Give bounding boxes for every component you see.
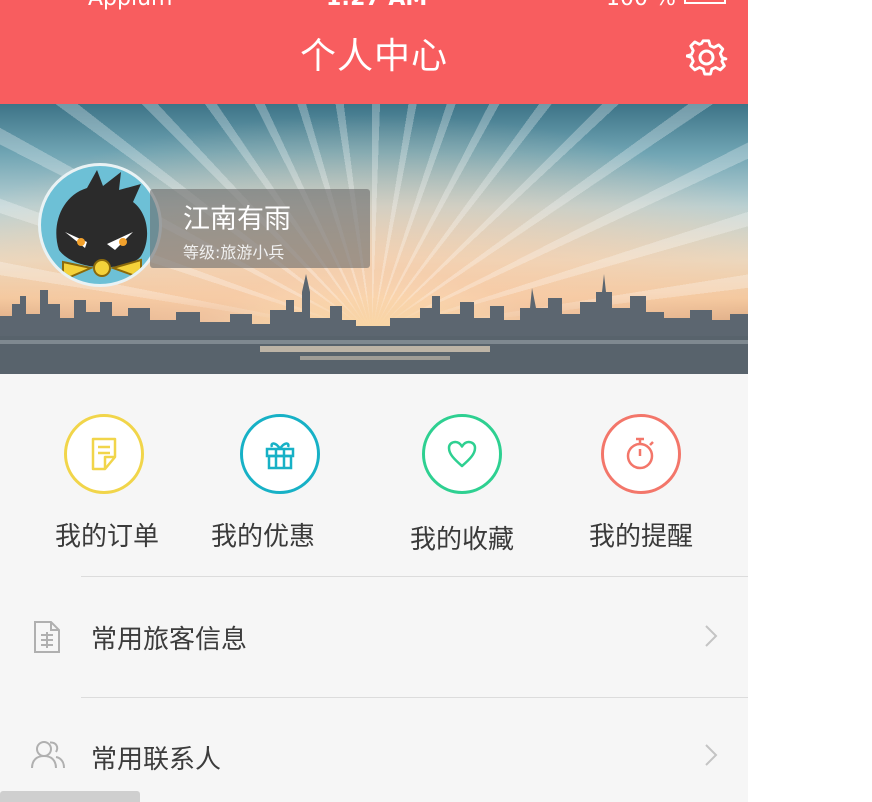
list-item-label: 常用旅客信息	[91, 625, 248, 655]
status-time: 1:27 AM	[326, 0, 427, 11]
my-offers-button[interactable]: 我的优惠	[198, 414, 328, 564]
stopwatch-icon	[601, 414, 681, 494]
document-icon	[31, 620, 61, 658]
user-level: 等级:旅游小兵	[183, 243, 285, 262]
shortcut-label: 我的提醒	[588, 522, 693, 552]
gift-icon	[240, 414, 320, 494]
frequent-travelers-item[interactable]: 常用旅客信息	[0, 587, 748, 687]
shortcut-label: 我的收藏	[409, 525, 514, 555]
avatar[interactable]	[38, 163, 162, 287]
shortcut-label: 我的订单	[54, 522, 159, 552]
divider	[81, 697, 748, 698]
my-reminders-button[interactable]: 我的提醒	[576, 414, 706, 564]
frequent-contacts-item[interactable]: 常用联系人	[0, 705, 748, 802]
list-item-label: 常用联系人	[91, 745, 222, 775]
carrier-label: Appium	[88, 0, 172, 11]
heart-icon	[422, 414, 502, 494]
chevron-right-icon	[704, 743, 718, 771]
order-icon	[64, 414, 144, 494]
shortcut-label: 我的优惠	[210, 522, 315, 552]
chevron-right-icon	[704, 624, 718, 652]
my-orders-button[interactable]: 我的订单	[42, 414, 172, 564]
screen: Appium 1:27 AM 100 % 个人中心	[0, 0, 748, 802]
header: Appium 1:27 AM 100 % 个人中心	[0, 0, 748, 104]
contacts-icon	[31, 739, 65, 773]
user-name: 江南有雨	[183, 204, 291, 235]
divider	[81, 576, 748, 577]
battery-icon	[684, 0, 726, 4]
page-title: 个人中心	[299, 36, 448, 77]
gear-icon[interactable]	[685, 37, 728, 79]
profile-banner: 江南有雨 等级:旅游小兵	[0, 104, 748, 374]
my-favorites-button[interactable]: 我的收藏	[397, 414, 527, 564]
battery-percentage: 100 %	[606, 0, 676, 11]
user-info-card[interactable]: 江南有雨 等级:旅游小兵	[150, 189, 370, 268]
scroll-indicator[interactable]	[0, 791, 140, 802]
status-bar: Appium 1:27 AM 100 %	[0, 0, 748, 11]
